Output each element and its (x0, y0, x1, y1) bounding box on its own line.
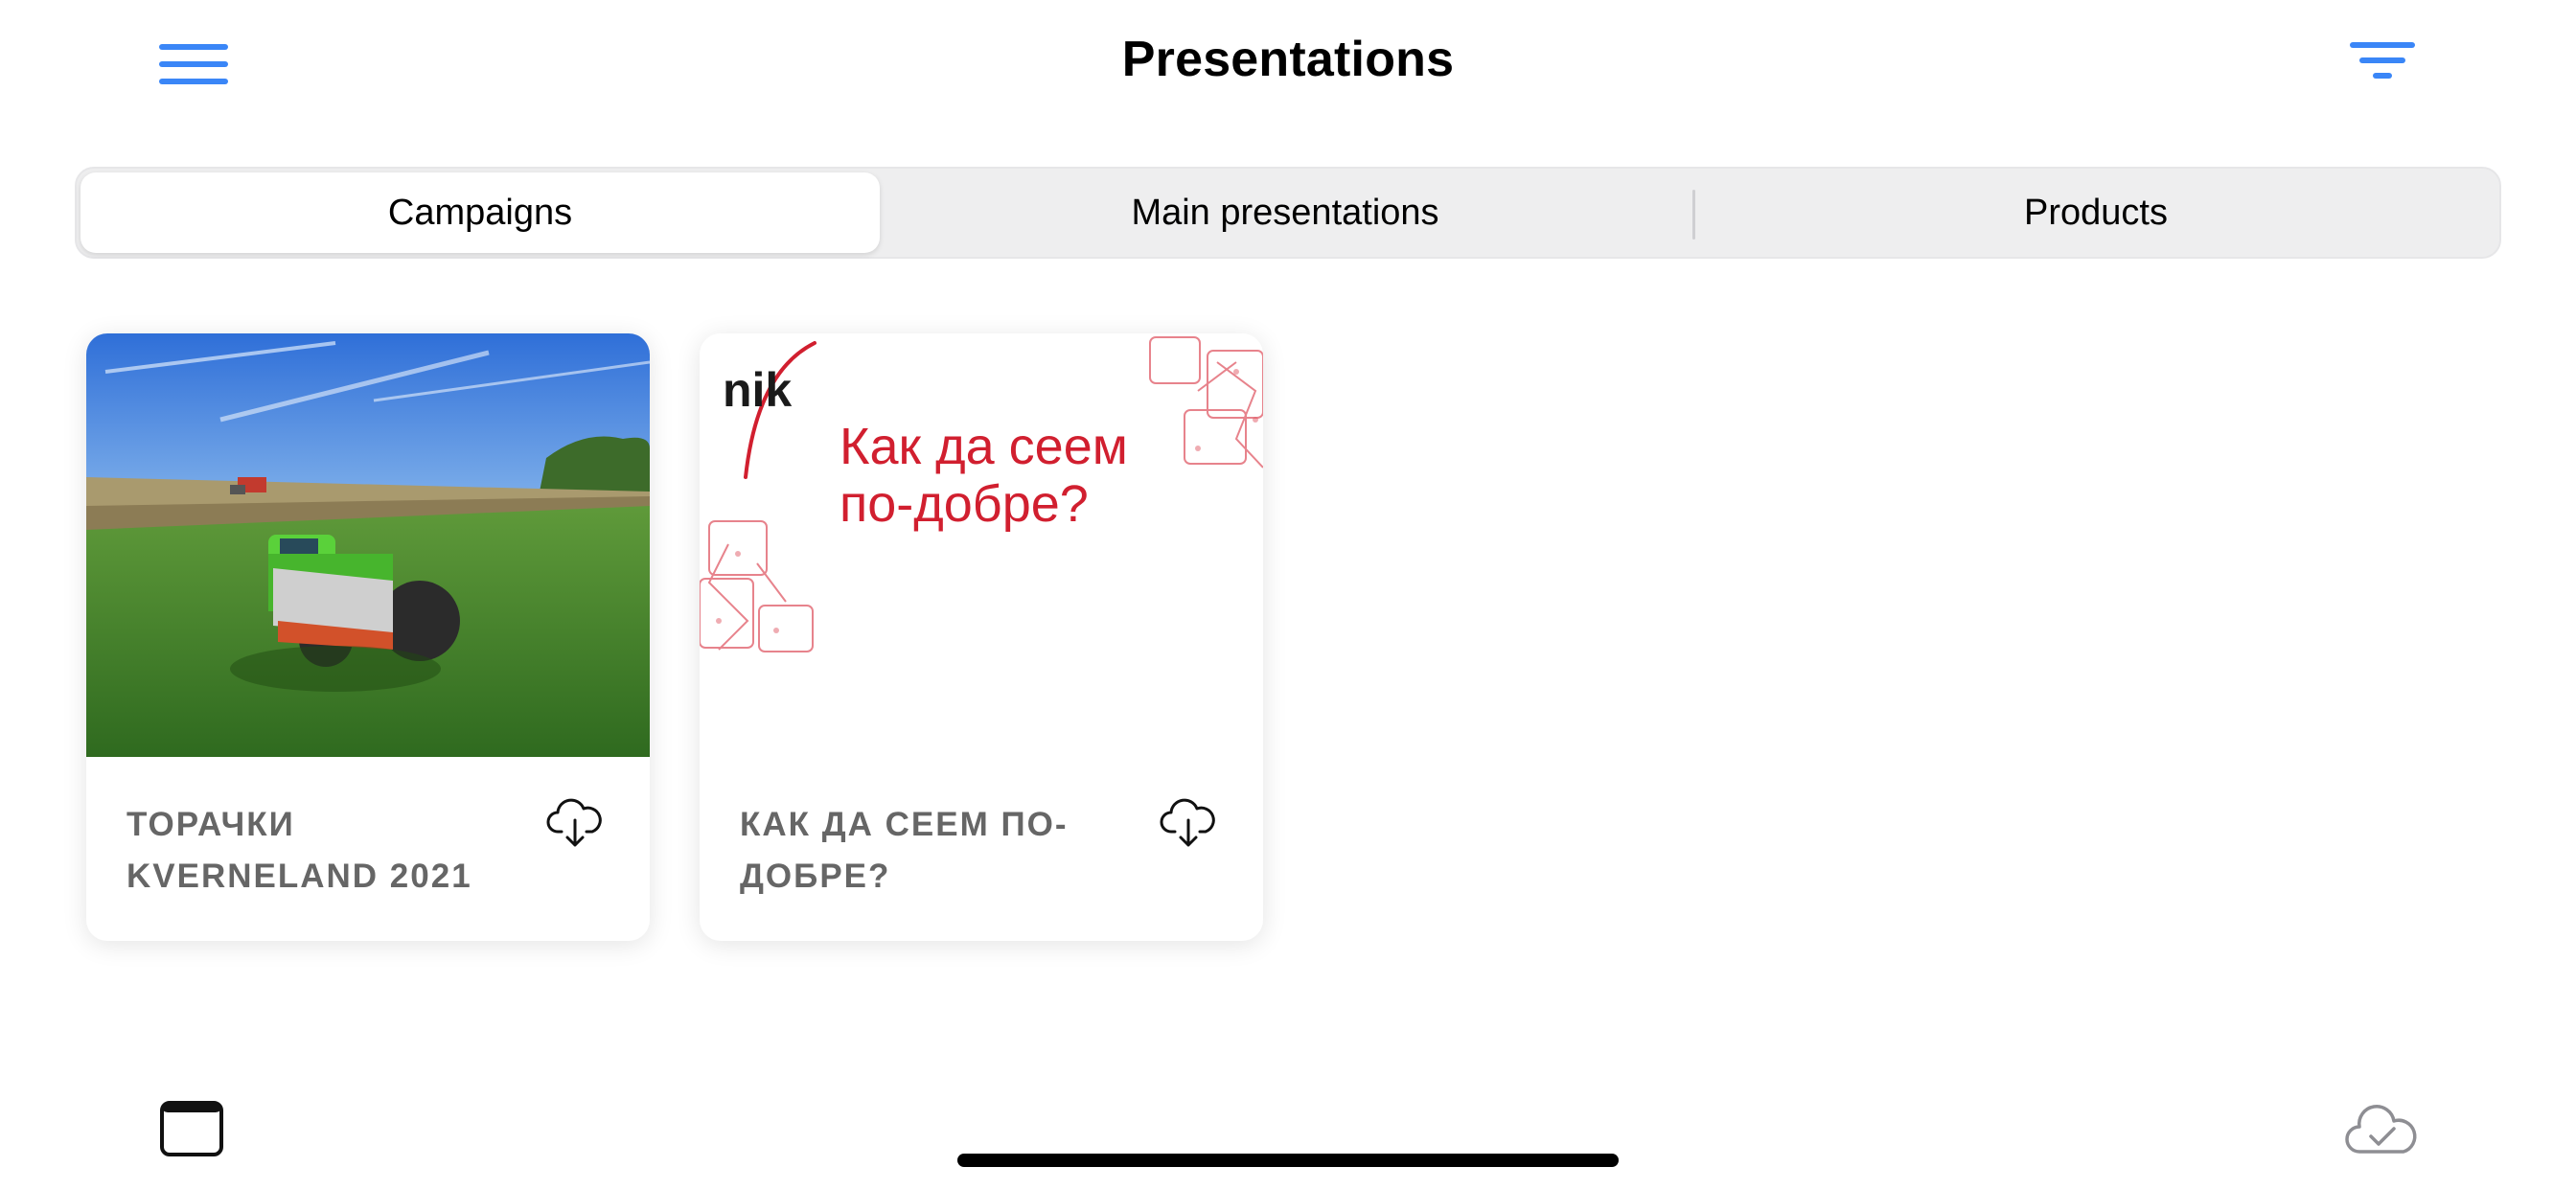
tab-label: Products (2024, 192, 2168, 233)
tab-products[interactable]: Products (1696, 172, 2496, 253)
page-title: Presentations (1121, 32, 1455, 87)
window-icon[interactable] (159, 1100, 224, 1157)
card-title: ТОРАЧКИ KVERNELAND 2021 (126, 806, 472, 895)
segmented-tabs: Campaigns Main presentations Products (75, 167, 2501, 259)
tab-campaigns[interactable]: Campaigns (80, 172, 880, 253)
cloud-download-icon[interactable] (546, 797, 604, 849)
cloud-check-icon[interactable] (2344, 1102, 2421, 1157)
filter-icon[interactable] (2350, 42, 2417, 82)
tab-divider (1692, 190, 1695, 240)
tractor-field-photo (86, 333, 650, 757)
home-indicator (957, 1154, 1619, 1167)
cover-line-1: Как да сеем (840, 418, 1128, 475)
tab-label: Main presentations (1131, 192, 1439, 233)
tab-main-presentations[interactable]: Main presentations (884, 172, 1687, 253)
cover-line-2: по-добре? (840, 475, 1089, 533)
card-title: КАК ДА СЕЕМ ПО-ДОБРЕ? (740, 806, 1069, 895)
nik-logo: nik (723, 363, 792, 417)
presentations-screen: Presentations Campaigns Main presentatio… (0, 0, 2576, 1190)
cloud-download-icon[interactable] (1160, 797, 1217, 849)
nik-cover: nik Как да сеем по-добре? (700, 333, 1263, 757)
presentation-card[interactable]: ТОРАЧКИ KVERNELAND 2021 (86, 333, 650, 941)
presentation-card[interactable]: nik Как да сеем по-добре? КАК ДА СЕЕМ ПО… (700, 333, 1263, 941)
tab-label: Campaigns (387, 192, 573, 233)
